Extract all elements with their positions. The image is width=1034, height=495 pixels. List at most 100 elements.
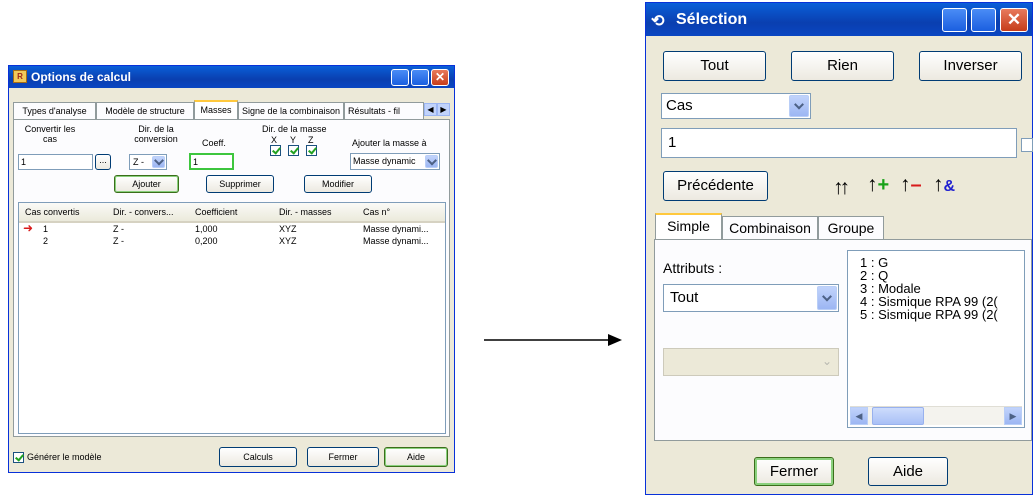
cell-cas: 2 <box>43 236 49 246</box>
cell-cas: 1 <box>43 224 49 234</box>
disabled-combo: ⌄ <box>663 348 839 376</box>
add-mass-to-label: Ajouter la masse à <box>352 138 427 148</box>
modify-button[interactable]: Modifier <box>304 175 372 193</box>
cell-dir-masses: XYZ <box>279 236 297 246</box>
header-cas-convertis[interactable]: Cas convertis <box>25 207 80 217</box>
tab-simple[interactable]: Simple <box>655 213 722 240</box>
scroll-thumb[interactable] <box>872 407 924 425</box>
close-button[interactable]: Fermer <box>307 447 379 467</box>
minimize-button[interactable] <box>942 8 967 32</box>
tab-combinaison[interactable]: Combinaison <box>722 216 818 240</box>
table-row[interactable]: ➜ 1 Z - 1,000 XYZ Masse dynami... <box>19 221 445 235</box>
select-all-button[interactable]: Tout <box>663 51 766 81</box>
maximize-button[interactable] <box>971 8 996 32</box>
coeff-label: Coeff. <box>202 138 226 148</box>
selection-title-bar[interactable]: ⟲ Sélection ✕ <box>646 3 1032 36</box>
attributes-combo[interactable]: Tout <box>663 284 839 312</box>
header-cas-no[interactable]: Cas n° <box>363 207 390 217</box>
header-coefficient[interactable]: Coefficient <box>195 207 237 217</box>
intersect-selection-icon[interactable]: ↑& <box>933 173 963 203</box>
selection-input-value: 1 <box>668 134 677 151</box>
coeff-value: 1 <box>193 157 199 167</box>
selection-side-box[interactable] <box>1021 138 1033 152</box>
tab-scroll-right-icon[interactable]: ▶ <box>437 103 450 116</box>
attributes-label: Attributs : <box>663 260 723 276</box>
generate-model-label: Générer le modèle <box>27 452 102 462</box>
close-window-button[interactable]: ✕ <box>1000 8 1028 32</box>
cell-cas-no: Masse dynami... <box>363 236 429 246</box>
header-dir-conversion[interactable]: Dir. - convers... <box>113 207 174 217</box>
chevron-down-icon[interactable] <box>152 156 165 168</box>
help-button[interactable]: Aide <box>868 457 948 486</box>
tab-signe-combinaison[interactable]: Signe de la combinaison <box>238 102 344 119</box>
y-checkbox[interactable] <box>288 145 299 156</box>
selection-title: Sélection <box>676 11 748 28</box>
axis-z-label: Z <box>308 135 314 145</box>
case-list[interactable]: 1 : G 2 : Q 3 : Modale 4 : Sismique RPA … <box>847 250 1025 428</box>
remove-selection-icon[interactable]: ↑– <box>900 173 930 203</box>
convert-cases-label: Convertir les cas <box>24 124 76 144</box>
select-all-arrows-icon[interactable]: ↑↑ <box>833 176 850 200</box>
cell-dir-conversion: Z - <box>113 236 124 246</box>
chevron-down-icon[interactable] <box>817 286 837 310</box>
tab-resultats[interactable]: Résultats - fil <box>344 102 424 119</box>
cell-dir-masses: XYZ <box>279 224 297 234</box>
select-none-button[interactable]: Rien <box>791 51 894 81</box>
z-checkbox[interactable] <box>306 145 317 156</box>
coeff-input[interactable]: 1 <box>189 153 234 170</box>
mass-dir-label: Dir. de la masse <box>262 124 327 134</box>
x-checkbox[interactable] <box>270 145 281 156</box>
tab-types-analyse[interactable]: Types d'analyse <box>13 102 96 119</box>
convert-cases-value: 1 <box>21 157 27 167</box>
invert-selection-button[interactable]: Inverser <box>919 51 1022 81</box>
tab-groupe[interactable]: Groupe <box>818 216 884 240</box>
header-dir-masses[interactable]: Dir. - masses <box>279 207 332 217</box>
minimize-button[interactable] <box>391 69 409 86</box>
chevron-down-icon[interactable] <box>789 95 809 117</box>
simple-panel: Attributs : Tout ⌄ 1 : G 2 : Q 3 : Modal… <box>654 239 1032 441</box>
conversion-dir-combo[interactable]: Z - <box>129 154 167 170</box>
red-arrow-icon: ➜ <box>23 221 34 235</box>
selection-input[interactable]: 1 <box>661 128 1017 158</box>
add-button[interactable]: Ajouter <box>114 175 179 193</box>
tab-masses[interactable]: Masses <box>194 100 238 119</box>
type-combo-value: Cas <box>666 97 693 114</box>
browse-button[interactable]: ... <box>95 154 111 170</box>
maximize-button[interactable] <box>411 69 429 86</box>
help-button[interactable]: Aide <box>384 447 448 467</box>
chevron-down-icon: ⌄ <box>821 354 832 368</box>
convert-cases-input[interactable]: 1 <box>18 154 93 170</box>
add-mass-to-combo[interactable]: Masse dynamic <box>350 153 440 170</box>
axis-x-label: X <box>271 135 278 145</box>
tab-modele-structure[interactable]: Modèle de structure <box>96 102 194 119</box>
selection-dialog: ⟲ Sélection ✕ Tout Rien Inverser Cas 1 P… <box>645 2 1033 495</box>
options-dialog: R Options de calcul ✕ Types d'analyse Mo… <box>8 65 455 473</box>
list-item[interactable]: 5 : Sismique RPA 99 (2( <box>860 307 998 322</box>
app-icon: R <box>13 70 27 83</box>
cell-cas-no: Masse dynami... <box>363 224 429 234</box>
scroll-left-icon[interactable]: ◀ <box>850 407 868 425</box>
type-combo[interactable]: Cas <box>661 93 811 119</box>
table-row[interactable]: 2 Z - 0,200 XYZ Masse dynami... <box>19 235 445 247</box>
horizontal-scrollbar[interactable]: ◀ ▶ <box>850 406 1022 425</box>
tab-scroll-left-icon[interactable]: ◀ <box>424 103 437 116</box>
previous-button[interactable]: Précédente <box>663 171 768 201</box>
cell-coefficient: 1,000 <box>195 224 218 234</box>
chevron-down-icon[interactable] <box>425 155 438 168</box>
axis-y-label: Y <box>290 135 297 145</box>
generate-model-checkbox[interactable] <box>13 452 24 463</box>
attributes-combo-value: Tout <box>670 289 699 306</box>
cell-dir-conversion: Z - <box>113 224 124 234</box>
close-window-button[interactable]: ✕ <box>431 69 449 86</box>
conversion-dir-value: Z - <box>133 157 144 167</box>
selection-icon: ⟲ <box>651 13 665 30</box>
conversion-dir-label: Dir. de la conversion <box>134 124 178 144</box>
options-title-bar[interactable]: R Options de calcul ✕ <box>9 66 454 88</box>
calculations-button[interactable]: Calculs <box>219 447 297 467</box>
scroll-right-icon[interactable]: ▶ <box>1004 407 1022 425</box>
close-button[interactable]: Fermer <box>754 457 834 486</box>
options-title: Options de calcul <box>31 70 132 84</box>
arrow-right-icon <box>484 334 622 346</box>
delete-button[interactable]: Supprimer <box>206 175 274 193</box>
add-selection-icon[interactable]: ↑+ <box>867 173 897 203</box>
